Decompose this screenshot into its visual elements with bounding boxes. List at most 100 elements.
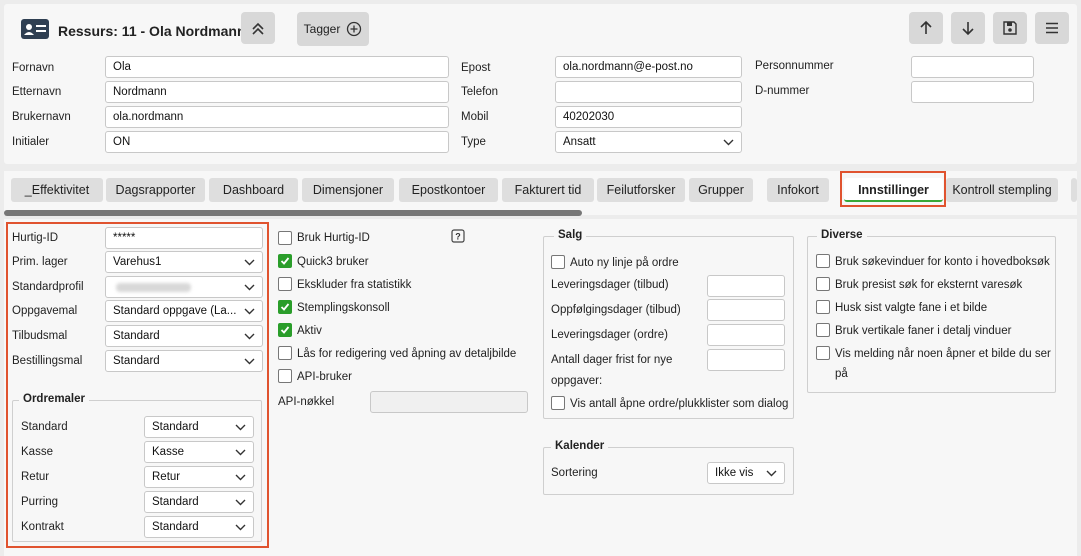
antall-dager-frist-input[interactable] [707, 349, 785, 371]
bruk-hurtig-id-checkbox[interactable] [278, 231, 292, 245]
leveringsdager-tilbud-label: Leveringsdager (tilbud) [551, 279, 669, 291]
stemplingskonsoll-checkbox[interactable] [278, 300, 292, 314]
brukernavn-label: Brukernavn [12, 111, 71, 123]
telefon-input[interactable] [555, 81, 742, 103]
tab-dashboard[interactable]: Dashboard [209, 178, 298, 202]
quick3-label: Quick3 bruker [297, 256, 369, 268]
sortering-select[interactable]: Ikke vis [707, 462, 785, 484]
checkmark-icon [280, 303, 290, 311]
quick3-checkbox[interactable] [278, 254, 292, 268]
ordre-retur-select[interactable]: Retur [144, 466, 254, 488]
collapse-button[interactable] [241, 12, 275, 44]
bruk-hurtig-id-label: Bruk Hurtig-ID [297, 232, 370, 244]
auto-ny-linje-checkbox[interactable] [551, 255, 565, 269]
prim-lager-select[interactable]: Varehus1 [105, 251, 263, 273]
chevron-down-icon [244, 284, 255, 291]
etternavn-input[interactable]: Nordmann [105, 81, 449, 103]
tab-dagsrapporter[interactable]: Dagsrapporter [106, 178, 205, 202]
stemplingskonsoll-label: Stemplingskonsoll [297, 302, 390, 314]
chevron-down-icon [235, 449, 246, 456]
ordre-kasse-select[interactable]: Kasse [144, 441, 254, 463]
api-nokkel-input[interactable] [370, 391, 528, 413]
ekskluder-label: Ekskluder fra statistikk [297, 279, 412, 291]
ordre-kasse-label: Kasse [21, 446, 53, 458]
tab-epostkontoer[interactable]: Epostkontoer [399, 178, 498, 202]
epost-input[interactable]: ola.nordmann@e-post.no [555, 56, 742, 78]
ekskluder-checkbox[interactable] [278, 277, 292, 291]
tilbudsmal-select[interactable]: Standard [105, 325, 263, 347]
ordre-purring-select[interactable]: Standard [144, 491, 254, 513]
oppgavemal-select[interactable]: Standard oppgave (La... [105, 300, 263, 322]
chevron-down-icon [766, 470, 777, 477]
chevron-down-icon [244, 308, 255, 315]
leveringsdager-tilbud-input[interactable] [707, 275, 785, 297]
personnummer-label: Personnummer [755, 60, 834, 72]
personnummer-input[interactable] [911, 56, 1034, 78]
diverse-item5-checkbox[interactable] [816, 346, 830, 360]
chevron-down-icon [244, 259, 255, 266]
diverse-item4-checkbox[interactable] [816, 323, 830, 337]
vis-antall-checkbox[interactable] [551, 396, 565, 410]
chevron-down-icon [723, 139, 734, 146]
diverse-item1-checkbox[interactable] [816, 254, 830, 268]
next-button[interactable] [951, 12, 985, 44]
help-icon[interactable]: ? [451, 229, 465, 243]
oppfolgingsdager-tilbud-input[interactable] [707, 299, 785, 321]
mobil-label: Mobil [461, 111, 489, 123]
fornavn-label: Fornavn [12, 62, 55, 74]
tab-infokort[interactable]: Infokort [767, 178, 829, 202]
las-checkbox[interactable] [278, 346, 292, 360]
page-title: Ressurs: 11 - Ola Nordmann [58, 23, 246, 39]
type-select[interactable]: Ansatt [555, 131, 742, 153]
previous-button[interactable] [909, 12, 943, 44]
mobil-input[interactable]: 40202030 [555, 106, 742, 128]
sortering-value: Ikke vis [715, 467, 754, 479]
tags-button[interactable]: Tagger [297, 12, 369, 46]
active-tab-highlight [840, 171, 946, 207]
auto-ny-linje-label: Auto ny linje på ordre [570, 257, 679, 269]
diverse-item2-checkbox[interactable] [816, 277, 830, 291]
checkmark-icon [280, 326, 290, 334]
ordre-standard-label: Standard [21, 421, 68, 433]
antall-dager-frist-label-1: Antall dager frist for nye [551, 354, 673, 366]
leveringsdager-ordre-input[interactable] [707, 324, 785, 346]
tab-dimensjoner[interactable]: Dimensjoner [302, 178, 394, 202]
ordre-retur-value: Retur [152, 471, 181, 483]
hurtig-id-label: Hurtig-ID [12, 232, 59, 244]
standardprofil-select[interactable] [105, 276, 263, 298]
chevron-down-icon [235, 524, 246, 531]
tab-effektivitet[interactable]: _Effektivitet [11, 178, 103, 202]
tab-feilutforsker[interactable]: Feilutforsker [597, 178, 685, 202]
api-bruker-checkbox[interactable] [278, 369, 292, 383]
save-button[interactable] [993, 12, 1027, 44]
ordre-kontrakt-select[interactable]: Standard [144, 516, 254, 538]
save-icon [1003, 21, 1017, 35]
aktiv-checkbox[interactable] [278, 323, 292, 337]
double-chevron-up-icon [252, 22, 264, 35]
brukernavn-input[interactable]: ola.nordmann [105, 106, 449, 128]
tab-grupper[interactable]: Grupper [689, 178, 753, 202]
telefon-label: Telefon [461, 86, 499, 98]
ordre-kontrakt-label: Kontrakt [21, 521, 64, 533]
vis-antall-label: Vis antall åpne ordre/plukklister som di… [570, 398, 789, 410]
diverse-item5-label-1: Vis melding når noen åpner et bilde du s… [835, 348, 1051, 360]
diverse-item3-checkbox[interactable] [816, 300, 830, 314]
ordre-standard-select[interactable]: Standard [144, 416, 254, 438]
menu-button[interactable] [1035, 12, 1069, 44]
bestillingsmal-value: Standard [113, 355, 160, 367]
api-bruker-label: API-bruker [297, 371, 352, 383]
chevron-down-icon [235, 474, 246, 481]
blurred-value [116, 283, 191, 292]
diverse-item1-label: Bruk søkevinduer for konto i hovedboksøk [835, 256, 1050, 268]
tab-scrollbar[interactable] [4, 210, 582, 216]
epost-label: Epost [461, 62, 491, 74]
resource-header: Ressurs: 11 - Ola Nordmann Tagger Fornav… [4, 4, 1077, 164]
bestillingsmal-select[interactable]: Standard [105, 350, 263, 372]
hurtig-id-input[interactable]: ***** [105, 227, 263, 249]
fornavn-input[interactable]: Ola [105, 56, 449, 78]
tab-kontroll-stempling[interactable]: Kontroll stempling [946, 178, 1058, 202]
tab-overflow[interactable] [1071, 178, 1077, 202]
tab-fakturert-tid[interactable]: Fakturert tid [502, 178, 594, 202]
initialer-input[interactable]: ON [105, 131, 449, 153]
dnummer-input[interactable] [911, 81, 1034, 103]
